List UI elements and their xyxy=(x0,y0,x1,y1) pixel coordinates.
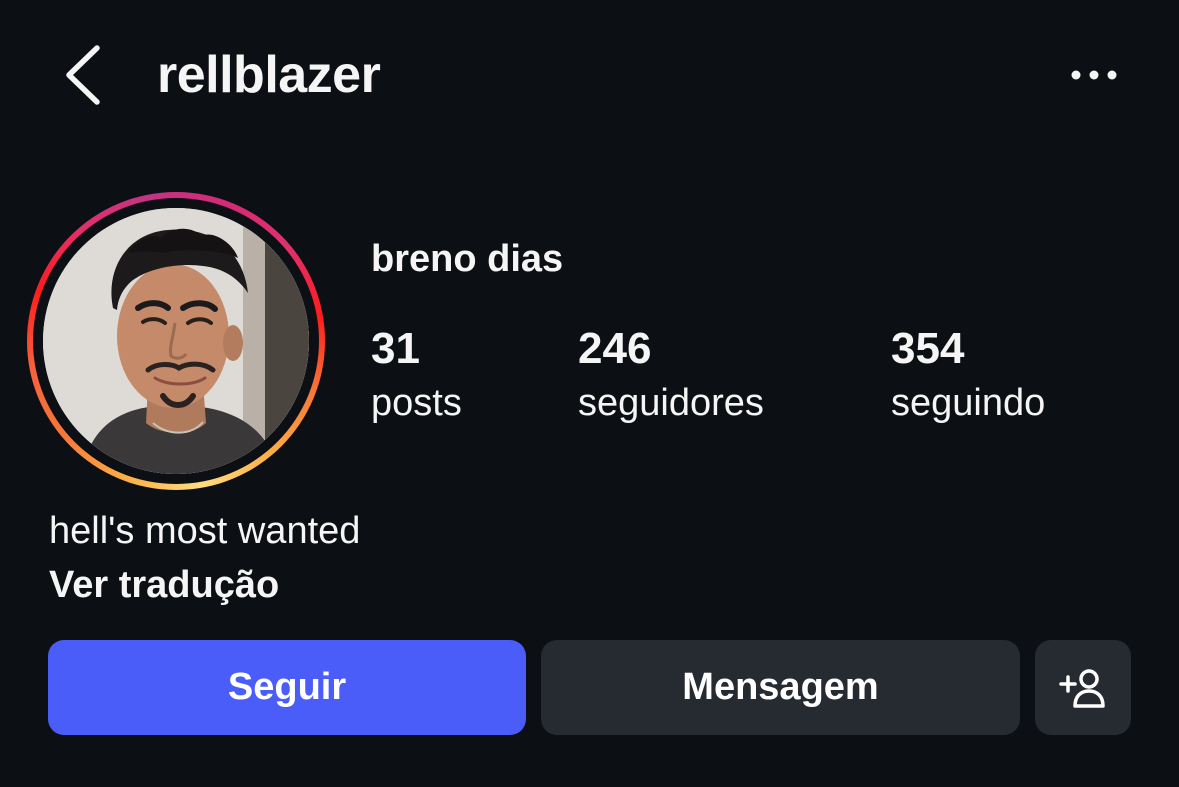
more-horizontal-icon xyxy=(1071,70,1117,80)
stat-followers-label: seguidores xyxy=(578,382,764,424)
stat-posts-count: 31 xyxy=(371,324,420,373)
profile-username: rellblazer xyxy=(157,46,381,104)
stat-following-label: seguindo xyxy=(891,382,1046,424)
chevron-left-icon xyxy=(66,45,100,105)
stat-followers-count: 246 xyxy=(578,324,652,373)
story-ring[interactable] xyxy=(27,192,325,490)
message-button-label: Mensagem xyxy=(682,666,879,708)
avatar xyxy=(43,208,309,474)
stat-followers[interactable]: 246 seguidores xyxy=(578,322,764,430)
stat-following-count: 354 xyxy=(891,324,965,373)
follow-button-label: Seguir xyxy=(227,666,347,708)
more-options-button[interactable] xyxy=(1062,58,1132,92)
back-button[interactable] xyxy=(55,40,115,110)
add-person-icon xyxy=(1059,668,1105,708)
stat-following[interactable]: 354 seguindo xyxy=(891,322,1045,430)
suggested-users-button[interactable] xyxy=(1035,640,1131,735)
stat-posts[interactable]: 31 posts xyxy=(371,322,462,430)
bio-text: hell's most wanted xyxy=(49,510,361,552)
follow-button[interactable]: Seguir xyxy=(48,640,526,735)
see-translation-link[interactable]: Ver tradução xyxy=(49,562,279,608)
display-name: breno dias xyxy=(371,238,564,280)
stat-posts-label: posts xyxy=(371,382,462,424)
profile-photo xyxy=(43,208,309,474)
profile-screen: rellblazer breno dias 31 posts 246 segui… xyxy=(0,0,1179,787)
message-button[interactable]: Mensagem xyxy=(541,640,1020,735)
